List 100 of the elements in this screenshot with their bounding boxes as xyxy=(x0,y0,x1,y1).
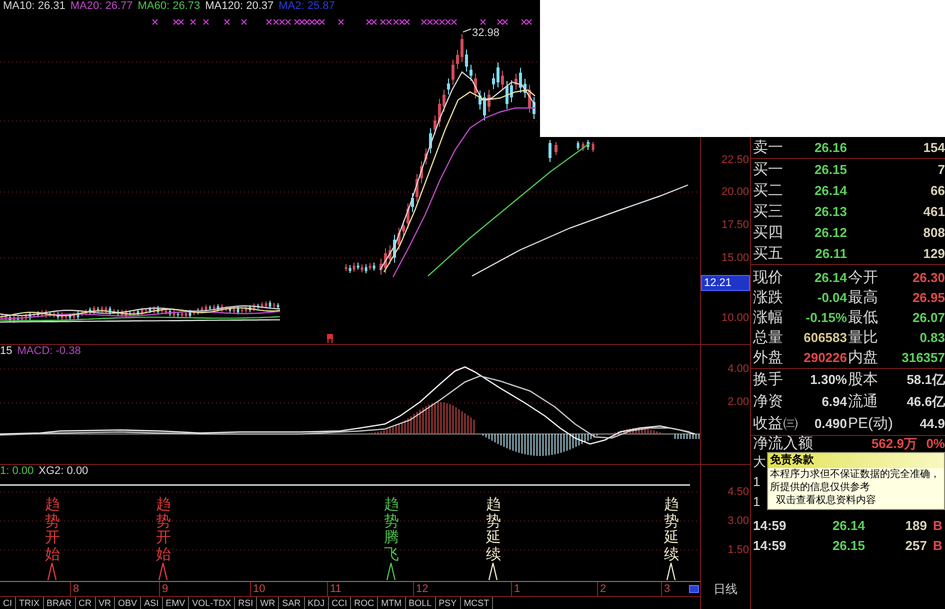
quote-value: 0.490 xyxy=(813,415,847,433)
indicator-value-label: 1: 0.00 xyxy=(0,465,34,477)
quote-label: 现价 xyxy=(752,269,784,287)
indicator-tab[interactable]: ASI xyxy=(141,597,163,609)
quote-value: 26.13 xyxy=(813,202,847,220)
quote-label: 内盘 xyxy=(847,349,879,367)
current-price-tag: 12.21 xyxy=(701,275,750,291)
quote-value: 58.1亿 xyxy=(906,371,945,389)
date-label: 1 xyxy=(511,582,520,596)
spike-icon xyxy=(47,562,57,580)
indicator-tab[interactable]: RSI xyxy=(235,597,258,609)
quote-label: 买五 xyxy=(752,244,784,262)
quote-label: 大 xyxy=(753,454,766,470)
quote-value: -0.15% xyxy=(804,309,847,327)
quote-label: 1 xyxy=(753,494,760,510)
quote-label: 买四 xyxy=(752,224,784,242)
quote-value: 26.12 xyxy=(813,224,847,242)
indicator-tab[interactable]: CCI xyxy=(328,597,352,609)
quote-value: 66 xyxy=(930,182,945,200)
date-label: 12 xyxy=(413,582,428,596)
trade-side: B xyxy=(932,518,942,534)
quote-value: 0% xyxy=(925,436,945,452)
indicator-tab[interactable]: EMV xyxy=(162,597,190,609)
period-label: 日线 xyxy=(712,582,738,597)
indicator-tab[interactable]: BRAR xyxy=(44,597,76,609)
indicator-tab[interactable]: TRIX xyxy=(16,597,44,609)
trade-time: 14:59 xyxy=(752,538,788,554)
quote-label: 净流入额 xyxy=(752,436,814,452)
quote-label: 量比 xyxy=(847,329,879,347)
date-label: 2 xyxy=(597,582,606,596)
indicator-tab[interactable]: WR xyxy=(257,597,280,609)
indicator-tab[interactable]: BOLL xyxy=(406,597,436,609)
signal-label: 趋势延续 xyxy=(486,497,501,563)
tooltip-text: 本程序力求但不保证数据的完全准确， xyxy=(769,468,941,481)
peak-price-label: 32.98 xyxy=(472,27,500,39)
tooltip-text: 所提供的信息仅供参考 xyxy=(769,481,871,494)
ma-value-label: MA120: 20.37 xyxy=(205,0,274,12)
tooltip-text: 双击查看权息资料内容 xyxy=(775,494,877,507)
quote-label: 最高 xyxy=(847,289,879,307)
quote-label: 流通 xyxy=(847,393,879,411)
axis-label: 1.50 xyxy=(726,543,750,558)
quote-value: 562.9万 xyxy=(870,436,917,452)
date-label: 9 xyxy=(159,582,168,596)
tooltip-title: 免责条款 xyxy=(768,453,944,468)
marker-icon xyxy=(327,334,333,343)
indicator-tab[interactable]: VR xyxy=(96,597,116,609)
date-label: 10 xyxy=(250,582,266,596)
ma-value-label: MA60: 26.73 xyxy=(138,0,200,12)
quote-value: 316357 xyxy=(900,349,945,367)
quote-label: 最低 xyxy=(847,309,879,327)
quote-value: 290226 xyxy=(802,349,847,367)
axis-label: 4.00 xyxy=(726,362,750,377)
trade-time: 14:59 xyxy=(752,518,788,534)
indicator-value-label: XG2: 0.00 xyxy=(38,465,88,477)
axis-label: 20.00 xyxy=(720,185,750,200)
axis-label: 22.50 xyxy=(720,153,750,168)
quote-label: 买三 xyxy=(752,202,784,220)
quote-label: 收益㈢ xyxy=(752,415,797,433)
indicator-tab[interactable]: MTM xyxy=(378,597,406,609)
indicator-tab[interactable]: MCST xyxy=(460,597,494,609)
quote-value: 46.6亿 xyxy=(906,393,945,411)
quote-value: -0.04 xyxy=(816,289,847,307)
trade-volume: 257 xyxy=(904,538,927,554)
date-label: 11 xyxy=(327,582,342,596)
ma-value-label: MA2: 25.87 xyxy=(278,0,335,12)
quote-label: PE(动) xyxy=(847,415,893,433)
quote-label: 买一 xyxy=(752,160,784,178)
axis-label: 17.50 xyxy=(720,218,750,233)
axis-label: 15.00 xyxy=(720,251,750,266)
quote-label: 1 xyxy=(753,474,760,490)
quote-value: 44.9 xyxy=(918,415,945,433)
quote-value: 26.07 xyxy=(911,309,945,327)
quote-value: 26.14 xyxy=(813,269,847,287)
date-label: 3 xyxy=(661,582,670,596)
cross-marker-icon xyxy=(190,18,196,26)
indicator-tab[interactable]: OBV xyxy=(115,597,142,609)
trade-price: 26.15 xyxy=(831,538,865,554)
quote-label: 今开 xyxy=(847,269,879,287)
trade-price: 26.14 xyxy=(831,518,865,534)
indicator-tab[interactable]: PSY xyxy=(436,597,461,609)
quote-label: 净资 xyxy=(752,393,784,411)
axis-label: 4.50 xyxy=(726,485,750,500)
quote-value: 7 xyxy=(936,160,945,178)
indicator-tab[interactable]: SAR xyxy=(279,597,305,609)
quote-label: 换手 xyxy=(752,371,784,389)
quote-value: 26.30 xyxy=(911,269,945,287)
indicator-tab[interactable]: ROC xyxy=(351,597,378,609)
indicator-tab[interactable]: CR xyxy=(76,597,96,609)
trade-volume: 189 xyxy=(904,518,927,534)
spike-icon xyxy=(666,562,676,580)
cross-marker-icon xyxy=(152,18,158,26)
quote-value: 129 xyxy=(922,244,945,262)
indicator-tab[interactable]: KDJ xyxy=(304,597,329,609)
ma-value-label: MA20: 26.77 xyxy=(70,0,133,12)
ma-value-label: MA10: 26.31 xyxy=(3,0,66,12)
signal-label: 趋势腾飞 xyxy=(384,497,399,563)
indicator-tab[interactable]: VOL-TDX xyxy=(189,597,236,609)
indicator-tab[interactable]: CI xyxy=(0,597,16,609)
quote-label: 涨幅 xyxy=(752,309,784,327)
scroll-marker-icon[interactable] xyxy=(689,585,699,593)
